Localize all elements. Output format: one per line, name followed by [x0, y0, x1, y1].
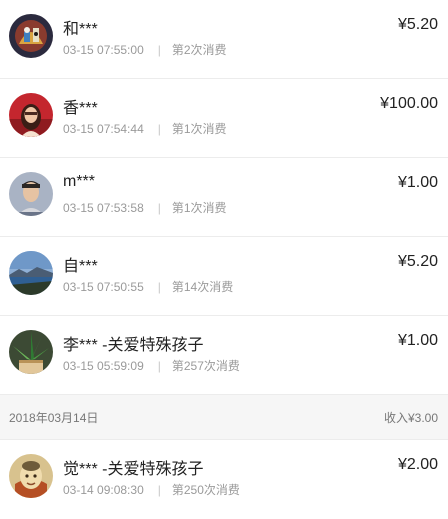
transaction-time: 03-15 07:54:44	[63, 122, 144, 136]
woman-red-avatar-icon	[9, 93, 53, 137]
meta-divider: |	[157, 201, 161, 215]
group-date: 2018年03月14日	[9, 411, 99, 425]
purchase-count: 第1次消费	[171, 122, 227, 136]
transaction-list: 和*** 03-15 07:55:00 | 第2次消费 ¥5.20 香*** 03-…	[0, 0, 448, 519]
transaction-time: 03-15 07:53:58	[63, 201, 144, 215]
income-label: 收入	[383, 411, 408, 425]
meta-divider: |	[157, 483, 161, 497]
plant-pot-avatar-icon	[9, 330, 53, 374]
transaction-meta: 03-15 07:55:00 | 第2次消费	[63, 41, 227, 58]
purchase-count: 第2次消费	[171, 43, 227, 57]
purchase-count: 第250次消费	[171, 483, 240, 497]
meta-divider: |	[157, 280, 161, 294]
purchase-count: 第1次消费	[171, 201, 227, 215]
list-item[interactable]: 香*** 03-15 07:54:44 | 第1次消费 ¥100.00	[0, 79, 448, 158]
list-item[interactable]: 李*** -关爱特殊孩子 03-15 05:59:09 | 第257次消费 ¥1.0…	[0, 316, 448, 395]
colorful-portrait-avatar-icon	[9, 14, 53, 58]
transaction-amount: ¥1.00	[397, 332, 438, 349]
man-selfie-avatar-icon	[9, 172, 53, 216]
meta-divider: |	[157, 43, 161, 57]
transaction-amount: ¥2.00	[397, 456, 438, 473]
purchase-count: 第257次消费	[171, 359, 240, 373]
donor-name: m***	[63, 173, 96, 190]
list-item[interactable]: m*** 03-15 07:53:58 | 第1次消费 ¥1.00	[0, 158, 448, 237]
transaction-time: 03-15 05:59:09	[63, 359, 144, 373]
income-amount: ¥3.00	[407, 411, 438, 425]
buddha-avatar-icon	[9, 454, 53, 498]
donor-name: 李*** -关爱特殊孩子	[63, 337, 204, 354]
transaction-time: 03-15 07:55:00	[63, 43, 144, 57]
meta-divider: |	[157, 122, 161, 136]
list-item[interactable]: 和*** 03-15 07:55:00 | 第2次消费 ¥5.20	[0, 0, 448, 79]
donor-name: 香***	[63, 100, 98, 117]
transaction-amount: ¥5.20	[397, 253, 438, 270]
transaction-amount: ¥100.00	[380, 95, 438, 112]
date-group-header: 2018年03月14日 收入¥3.00	[0, 395, 448, 440]
lake-landscape-avatar-icon	[9, 251, 53, 295]
donor-name: 觉*** -关爱特殊孩子	[63, 461, 204, 478]
transaction-meta: 03-15 07:53:58 | 第1次消费	[63, 199, 227, 216]
list-item[interactable]: 自*** 03-15 07:50:55 | 第14次消费 ¥5.20	[0, 237, 448, 316]
transaction-amount: ¥1.00	[397, 174, 438, 191]
transaction-time: 03-15 07:50:55	[63, 280, 144, 294]
transaction-meta: 03-15 07:50:55 | 第14次消费	[63, 278, 233, 295]
group-income: 收入¥3.00	[384, 409, 438, 426]
donor-name: 和***	[63, 21, 98, 38]
meta-divider: |	[157, 359, 161, 373]
purchase-count: 第14次消费	[171, 280, 234, 294]
transaction-meta: 03-15 05:59:09 | 第257次消费	[63, 357, 240, 374]
list-item[interactable]: 觉*** -关爱特殊孩子 03-14 09:08:30 | 第250次消费 ¥2.0…	[0, 440, 448, 519]
transaction-meta: 03-15 07:54:44 | 第1次消费	[63, 120, 227, 137]
transaction-meta: 03-14 09:08:30 | 第250次消费	[63, 481, 240, 498]
transaction-time: 03-14 09:08:30	[63, 483, 144, 497]
donor-name: 自***	[63, 258, 98, 275]
transaction-amount: ¥5.20	[397, 16, 438, 33]
